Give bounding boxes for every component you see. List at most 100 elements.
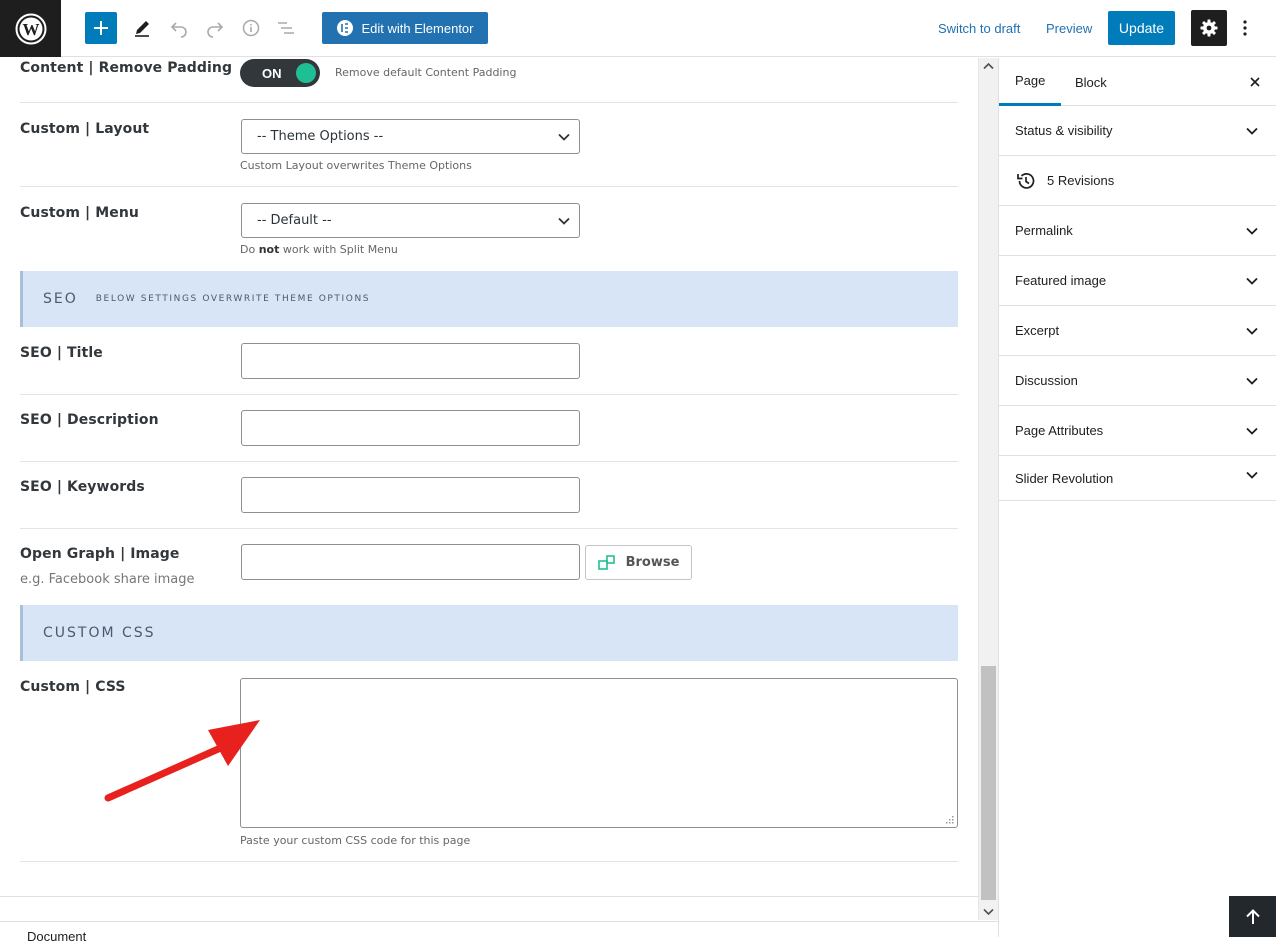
browse-label: Browse: [625, 555, 680, 570]
scroll-up-arrow-icon[interactable]: [983, 62, 994, 70]
seo-section-header: SEO BELOW SETTINGS OVERWRITE THEME OPTIO…: [20, 271, 958, 327]
og-image-sublabel: e.g. Facebook share image: [20, 572, 195, 587]
panel-excerpt[interactable]: Excerpt: [999, 306, 1276, 356]
revisions-history-icon: [1015, 170, 1037, 192]
scroll-to-top-button[interactable]: [1229, 896, 1276, 937]
update-button[interactable]: Update: [1108, 11, 1175, 45]
custom-menu-help: Do not work with Split Menu: [240, 243, 398, 256]
switch-to-draft-button[interactable]: Switch to draft: [938, 12, 1020, 44]
info-icon: [242, 19, 260, 37]
remove-padding-row: Content | Remove Padding ON Remove defau…: [20, 58, 958, 103]
content-scrollbar[interactable]: [978, 58, 998, 920]
seo-title-row: SEO | Title: [20, 327, 958, 395]
seo-title-input[interactable]: [241, 343, 580, 379]
chevron-down-icon: [1246, 127, 1258, 135]
custom-layout-select[interactable]: -- Theme Options --: [241, 119, 580, 154]
undo-button[interactable]: [163, 12, 195, 44]
remove-padding-label: Content | Remove Padding: [20, 60, 233, 76]
add-block-button[interactable]: [85, 12, 117, 44]
seo-keywords-row: SEO | Keywords: [20, 462, 958, 529]
undo-icon: [170, 22, 187, 38]
og-image-row: Open Graph | Image e.g. Facebook share i…: [20, 529, 958, 605]
tab-block[interactable]: Block: [1059, 58, 1123, 106]
panel-revisions[interactable]: 5 Revisions: [999, 156, 1276, 206]
seo-description-label: SEO | Description: [20, 412, 159, 428]
panel-label: 5 Revisions: [1047, 173, 1115, 188]
browse-button[interactable]: Browse: [585, 545, 692, 580]
elementor-icon: [336, 20, 353, 36]
panel-label: Discussion: [1015, 373, 1078, 388]
pencil-icon: [135, 21, 149, 37]
panel-status-visibility[interactable]: Status & visibility: [999, 106, 1276, 156]
og-image-input[interactable]: [241, 544, 580, 580]
chevron-down-icon: [558, 217, 570, 225]
custom-css-label: Custom | CSS: [20, 679, 126, 695]
custom-css-help: Paste your custom CSS code for this page: [240, 834, 471, 847]
edit-with-elementor-button[interactable]: Edit with Elementor: [322, 12, 488, 44]
panel-label: Excerpt: [1015, 323, 1060, 338]
toggle-state-label: ON: [262, 65, 282, 81]
chevron-down-icon: [558, 133, 570, 141]
more-options-button[interactable]: [1232, 12, 1258, 44]
custom-menu-select[interactable]: -- Default --: [241, 203, 580, 238]
seo-keywords-input[interactable]: [241, 477, 580, 513]
list-view-icon: [278, 22, 294, 34]
toggle-knob: [296, 63, 316, 83]
elementor-label: Edit with Elementor: [361, 20, 474, 36]
chevron-down-icon: [1246, 227, 1258, 235]
scroll-down-arrow-icon[interactable]: [983, 908, 994, 916]
custom-layout-help: Custom Layout overwrites Theme Options: [240, 159, 472, 172]
tab-page[interactable]: Page: [999, 58, 1062, 106]
chevron-down-icon: [1246, 277, 1258, 285]
meta-box-content: Content | Remove Padding ON Remove defau…: [0, 58, 978, 896]
resize-grip-icon[interactable]: [945, 815, 954, 824]
outline-button[interactable]: [270, 12, 302, 44]
wordpress-icon: W: [15, 13, 46, 44]
panel-page-attributes[interactable]: Page Attributes: [999, 406, 1276, 456]
seo-description-row: SEO | Description: [20, 395, 958, 462]
custom-css-textarea[interactable]: [240, 678, 958, 828]
tools-button[interactable]: [126, 12, 158, 44]
panel-label: Page Attributes: [1015, 423, 1104, 438]
panel-featured-image[interactable]: Featured image: [999, 256, 1276, 306]
og-image-label: Open Graph | Image: [20, 546, 180, 562]
custom-menu-value: -- Default --: [257, 213, 332, 228]
seo-section-title: SEO: [43, 291, 78, 307]
wordpress-logo-button[interactable]: W: [0, 0, 61, 57]
scrollbar-thumb[interactable]: [981, 666, 996, 900]
plus-icon: [94, 21, 108, 35]
ellipsis-vertical-icon: [1243, 20, 1247, 36]
redo-button[interactable]: [199, 12, 231, 44]
panel-label: Slider Revolution: [1015, 470, 1114, 486]
seo-title-label: SEO | Title: [20, 345, 103, 361]
settings-sidebar: Page Block Status & visibility 5 Revisio…: [998, 58, 1276, 937]
remove-padding-help: Remove default Content Padding: [335, 66, 517, 79]
panel-label: Status & visibility: [1015, 123, 1113, 138]
panel-label: Featured image: [1015, 273, 1107, 288]
custom-layout-value: -- Theme Options --: [257, 129, 384, 144]
panel-slider-revolution[interactable]: Slider Revolution: [999, 456, 1276, 501]
settings-button[interactable]: [1191, 10, 1227, 46]
custom-css-section-header: CUSTOM CSS: [20, 605, 958, 661]
red-arrow-annotation: [104, 720, 260, 802]
preview-button[interactable]: Preview: [1046, 12, 1092, 44]
custom-menu-label: Custom | Menu: [20, 205, 139, 221]
close-icon[interactable]: [1245, 72, 1265, 92]
custom-layout-row: Custom | Layout -- Theme Options -- Cust…: [20, 103, 958, 187]
svg-text:W: W: [22, 20, 39, 39]
details-button[interactable]: [235, 12, 267, 44]
seo-section-subtitle: BELOW SETTINGS OVERWRITE THEME OPTIONS: [95, 294, 371, 304]
panel-permalink[interactable]: Permalink: [999, 206, 1276, 256]
custom-layout-label: Custom | Layout: [20, 121, 150, 137]
panel-discussion[interactable]: Discussion: [999, 356, 1276, 406]
seo-keywords-label: SEO | Keywords: [20, 479, 145, 495]
seo-description-input[interactable]: [241, 410, 580, 446]
chevron-down-icon: [1246, 377, 1258, 385]
remove-padding-toggle[interactable]: ON: [240, 59, 320, 87]
chevron-down-icon: [1246, 327, 1258, 335]
editor-footer: Document: [0, 921, 998, 944]
sidebar-tabs: Page Block: [999, 58, 1276, 106]
gear-icon: [1200, 19, 1218, 37]
image-link-icon: [597, 554, 615, 570]
panel-label: Permalink: [1015, 223, 1073, 238]
